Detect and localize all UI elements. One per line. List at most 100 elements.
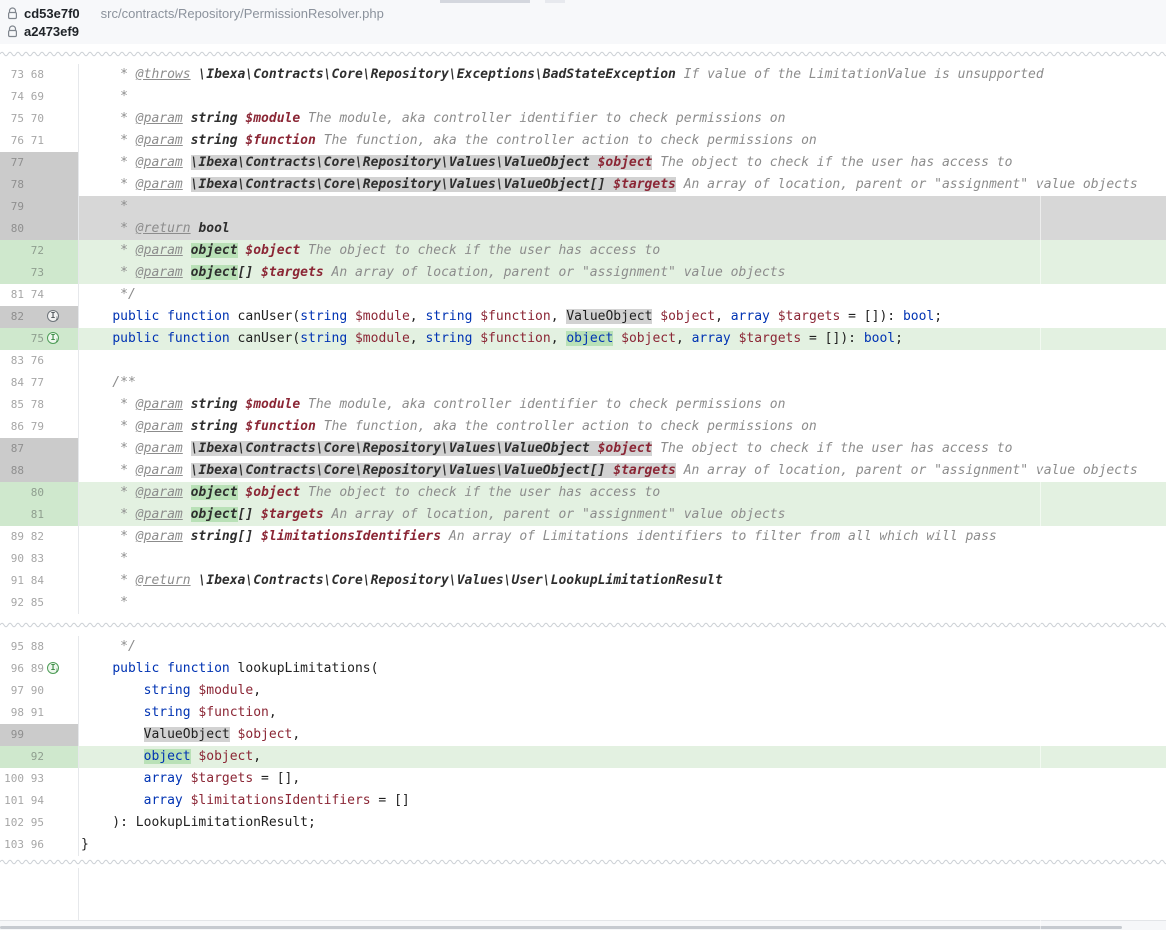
code-line[interactable]: 81 * @param object[] $targets An array o… [0, 504, 1166, 526]
code-line[interactable]: 87 * @param \Ibexa\Contracts\Core\Reposi… [0, 438, 1166, 460]
code-line[interactable]: 75I public function canUser(string $modu… [0, 328, 1166, 350]
code-line-content[interactable] [79, 350, 1166, 372]
code-line-content[interactable]: * @param \Ibexa\Contracts\Core\Repositor… [79, 152, 1166, 174]
code-line[interactable]: 7469 * [0, 86, 1166, 108]
horizontal-scrollbar-thumb[interactable] [0, 926, 1122, 929]
code-line-content[interactable]: * [79, 548, 1166, 570]
code-token: * [81, 441, 136, 456]
code-line-content[interactable]: * @param string $module The module, aka … [79, 394, 1166, 416]
code-line[interactable]: 7368 * @throws \Ibexa\Contracts\Core\Rep… [0, 64, 1166, 86]
code-line-content[interactable]: public function canUser(string $module, … [79, 306, 1166, 328]
code-line[interactable]: 9891 string $function, [0, 702, 1166, 724]
code-line[interactable]: 10194 array $limitationsIdentifiers = [] [0, 790, 1166, 812]
code-line[interactable]: 8376 [0, 350, 1166, 372]
code-line-content[interactable]: string $module, [79, 680, 1166, 702]
code-token: $object [660, 309, 715, 324]
code-token: $function [245, 133, 315, 148]
commit-hash-new[interactable]: a2473ef9 [24, 24, 79, 39]
code-line-content[interactable]: * @throws \Ibexa\Contracts\Core\Reposito… [79, 64, 1166, 86]
code-line[interactable]: 9790 string $module, [0, 680, 1166, 702]
code-line[interactable]: 79 * [0, 196, 1166, 218]
code-line[interactable]: 99 ValueObject $object, [0, 724, 1166, 746]
code-line-content[interactable]: */ [79, 636, 1166, 658]
code-line[interactable]: 10295 ): LookupLimitationResult; [0, 812, 1166, 834]
code-line[interactable]: 9588 */ [0, 636, 1166, 658]
code-line[interactable]: 88 * @param \Ibexa\Contracts\Core\Reposi… [0, 460, 1166, 482]
code-token: , [253, 683, 261, 698]
code-line[interactable]: 8174 */ [0, 284, 1166, 306]
code-token: The module, aka controller identifier to… [300, 397, 785, 412]
code-line-content[interactable]: * @param \Ibexa\Contracts\Core\Repositor… [79, 460, 1166, 482]
code-line-content[interactable]: } [79, 834, 1166, 856]
code-line-content[interactable]: array $limitationsIdentifiers = [] [79, 790, 1166, 812]
collapsed-lines-separator[interactable] [0, 44, 1166, 64]
code-line[interactable]: 82 I public function canUser(string $modu… [0, 306, 1166, 328]
code-token: $object [238, 727, 293, 742]
old-line-number: 82 [0, 306, 24, 328]
code-line-content[interactable]: * [79, 196, 1166, 218]
code-line-content[interactable]: * @param object[] $targets An array of l… [79, 262, 1166, 284]
code-line-content[interactable]: * @param \Ibexa\Contracts\Core\Repositor… [79, 438, 1166, 460]
code-line-content[interactable]: ): LookupLimitationResult; [79, 812, 1166, 834]
code-line[interactable]: 8578 * @param string $module The module,… [0, 394, 1166, 416]
code-token: The object to check if the user has acce… [300, 243, 660, 258]
implemented-gray-method-icon[interactable]: I [47, 310, 59, 322]
code-line-content[interactable]: string $function, [79, 702, 1166, 724]
code-line[interactable]: 8477 /** [0, 372, 1166, 394]
code-token: /** [81, 375, 136, 390]
code-token [183, 485, 191, 500]
code-line-content[interactable]: * @param object $object The object to ch… [79, 482, 1166, 504]
implemented-green-method-icon[interactable]: I [47, 332, 59, 344]
code-line-content[interactable]: * [79, 86, 1166, 108]
code-token: , [410, 309, 426, 324]
code-line[interactable]: 9689I public function lookupLimitations( [0, 658, 1166, 680]
collapsed-lines-separator[interactable] [0, 614, 1166, 636]
gutter: 82 I [0, 306, 79, 328]
code-token: @return [136, 573, 191, 588]
code-token: * [81, 89, 128, 104]
code-line-content[interactable]: * @param string $module The module, aka … [79, 108, 1166, 130]
code-line[interactable]: 9184 * @return \Ibexa\Contracts\Core\Rep… [0, 570, 1166, 592]
code-line-content[interactable]: * @param string $function The function, … [79, 416, 1166, 438]
code-token [613, 331, 621, 346]
code-line[interactable]: 78 * @param \Ibexa\Contracts\Core\Reposi… [0, 174, 1166, 196]
code-line-content[interactable]: public function canUser(string $module, … [79, 328, 1166, 350]
collapsed-lines-separator[interactable] [0, 856, 1166, 868]
code-token: object [144, 749, 191, 764]
code-line[interactable]: 9083 * [0, 548, 1166, 570]
code-line-content[interactable]: * @param string[] $limitationsIdentifier… [79, 526, 1166, 548]
code-line[interactable]: 73 * @param object[] $targets An array o… [0, 262, 1166, 284]
code-line-content[interactable]: */ [79, 284, 1166, 306]
code-line[interactable]: 92 object $object, [0, 746, 1166, 768]
code-line-content[interactable]: array $targets = [], [79, 768, 1166, 790]
code-line[interactable]: 10093 array $targets = [], [0, 768, 1166, 790]
code-line-content[interactable]: * @param object $object The object to ch… [79, 240, 1166, 262]
code-line-content[interactable]: * @param \Ibexa\Contracts\Core\Repositor… [79, 174, 1166, 196]
window-edge-artifact [440, 0, 530, 3]
code-line-content[interactable]: * @param object[] $targets An array of l… [79, 504, 1166, 526]
implemented-green-method-icon[interactable]: I [47, 662, 59, 674]
code-line[interactable]: 77 * @param \Ibexa\Contracts\Core\Reposi… [0, 152, 1166, 174]
code-line-content[interactable]: public function lookupLimitations( [79, 658, 1166, 680]
code-line[interactable]: 8982 * @param string[] $limitationsIdent… [0, 526, 1166, 548]
code-line-content[interactable]: object $object, [79, 746, 1166, 768]
code-token [590, 155, 598, 170]
code-line-content[interactable]: * @return bool [79, 218, 1166, 240]
code-line[interactable]: 80 * @param object $object The object to… [0, 482, 1166, 504]
code-line[interactable]: 7570 * @param string $module The module,… [0, 108, 1166, 130]
code-line-content[interactable]: * @param string $function The function, … [79, 130, 1166, 152]
code-line-content[interactable]: /** [79, 372, 1166, 394]
code-line[interactable]: 9285 * [0, 592, 1166, 614]
commit-hash-old[interactable]: cd53e7f0 [24, 6, 80, 21]
diff-editor[interactable]: 7368 * @throws \Ibexa\Contracts\Core\Rep… [0, 44, 1166, 920]
code-line[interactable]: 8679 * @param string $function The funct… [0, 416, 1166, 438]
code-line-content[interactable]: ValueObject $object, [79, 724, 1166, 746]
code-token: $targets [261, 507, 324, 522]
code-line[interactable]: 10396} [0, 834, 1166, 856]
code-line-content[interactable]: * [79, 592, 1166, 614]
code-line-content[interactable]: * @return \Ibexa\Contracts\Core\Reposito… [79, 570, 1166, 592]
code-line[interactable]: 7671 * @param string $function The funct… [0, 130, 1166, 152]
code-line[interactable]: 80 * @return bool [0, 218, 1166, 240]
code-token: The object to check if the user has acce… [652, 155, 1012, 170]
code-line[interactable]: 72 * @param object $object The object to… [0, 240, 1166, 262]
